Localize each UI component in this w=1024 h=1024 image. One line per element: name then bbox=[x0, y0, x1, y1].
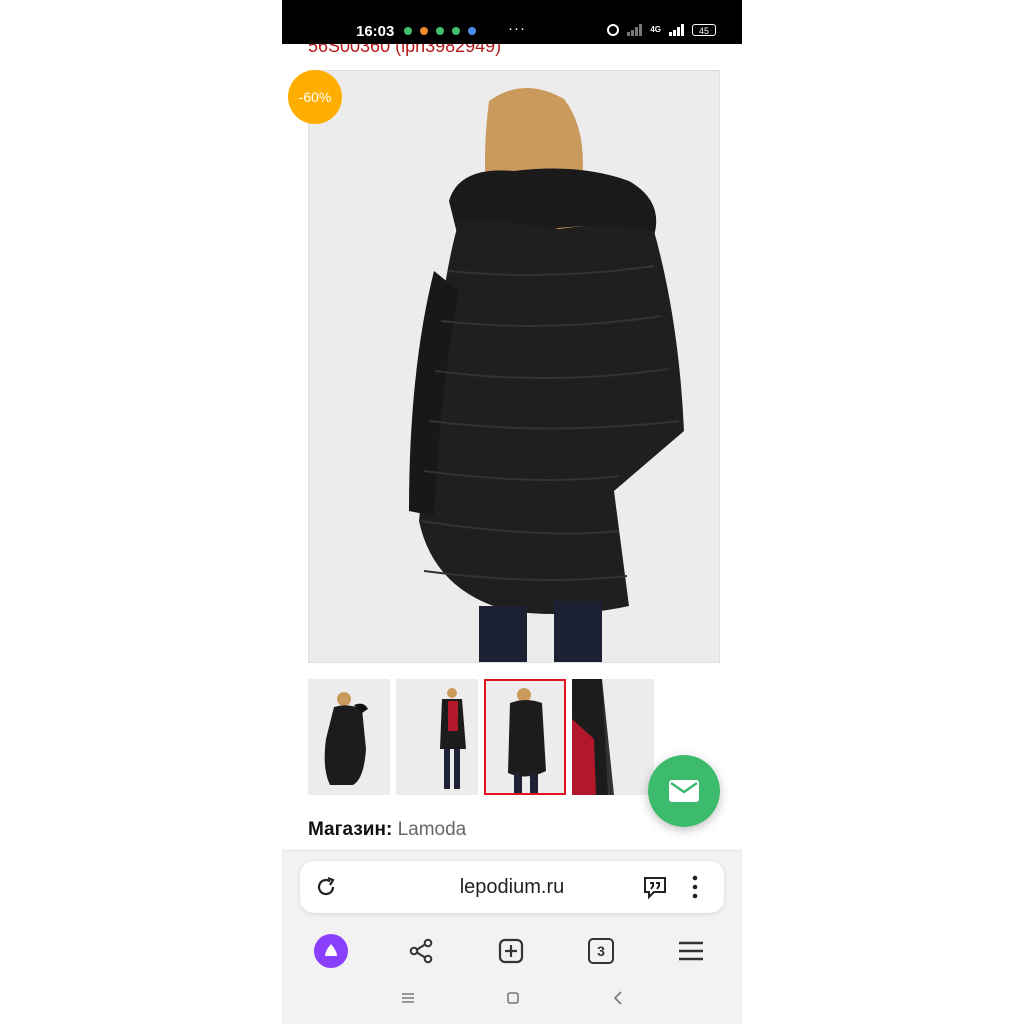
menu-button[interactable] bbox=[671, 931, 711, 971]
network-type: 4G bbox=[650, 25, 661, 34]
alarm-icon bbox=[607, 24, 620, 36]
discount-badge: -60% bbox=[288, 70, 342, 124]
browser-bottom-panel: lepodium.ru 3 bbox=[282, 850, 742, 975]
tabs-button[interactable]: 3 bbox=[581, 931, 621, 971]
store-label: Магазин: bbox=[308, 819, 393, 840]
status-bar-overlay: 16:03 ··· 4G 45 bbox=[282, 0, 742, 44]
browser-nav-bar: 3 bbox=[282, 931, 742, 975]
thumbnail-open-coat[interactable] bbox=[396, 679, 478, 795]
reader-quote-icon[interactable] bbox=[642, 874, 668, 900]
notification-icons bbox=[404, 27, 476, 35]
contact-mail-button[interactable] bbox=[648, 755, 720, 827]
store-value[interactable]: Lamoda bbox=[398, 819, 467, 840]
battery-icon: 45 bbox=[692, 24, 716, 36]
share-icon bbox=[409, 938, 433, 964]
notification-icon bbox=[468, 27, 476, 35]
new-tab-button[interactable] bbox=[491, 931, 531, 971]
thumbnail-lining[interactable] bbox=[572, 679, 654, 795]
recent-apps-icon[interactable] bbox=[401, 992, 415, 1004]
alice-icon bbox=[314, 934, 348, 968]
status-time: 16:03 bbox=[356, 23, 395, 40]
share-button[interactable] bbox=[401, 931, 441, 971]
coat-back-view-illustration bbox=[309, 71, 719, 662]
signal-sim1-icon bbox=[669, 24, 684, 36]
more-notifications-icon: ··· bbox=[508, 20, 526, 37]
thumbnail-back[interactable] bbox=[484, 679, 566, 795]
notification-icon bbox=[420, 27, 428, 35]
signal-sim2-icon bbox=[627, 24, 643, 36]
coat-lining-thumbnail bbox=[572, 679, 654, 795]
product-main-image[interactable] bbox=[308, 70, 720, 663]
thumbnail-front[interactable] bbox=[308, 679, 390, 795]
phone-screen: 16:03 ··· 4G 45 56S00360 (lpn3982949) 16… bbox=[282, 0, 742, 1024]
more-vert-icon[interactable] bbox=[688, 873, 702, 901]
coat-front-thumbnail bbox=[308, 679, 390, 795]
notification-icon bbox=[452, 27, 460, 35]
mail-icon bbox=[669, 780, 699, 802]
system-nav-bar bbox=[282, 974, 742, 1024]
plus-box-icon bbox=[498, 938, 524, 964]
tab-count-icon: 3 bbox=[588, 938, 614, 964]
notification-icon bbox=[436, 27, 444, 35]
notification-icon bbox=[404, 27, 412, 35]
coat-back-thumbnail bbox=[486, 681, 564, 793]
hamburger-icon bbox=[679, 941, 703, 961]
coat-open-thumbnail bbox=[396, 679, 478, 795]
home-icon[interactable] bbox=[506, 991, 520, 1005]
store-line: Магазин: Lamoda bbox=[308, 819, 466, 841]
alice-assistant-button[interactable] bbox=[311, 931, 351, 971]
address-bar[interactable]: lepodium.ru bbox=[300, 861, 724, 913]
back-icon[interactable] bbox=[612, 991, 624, 1005]
